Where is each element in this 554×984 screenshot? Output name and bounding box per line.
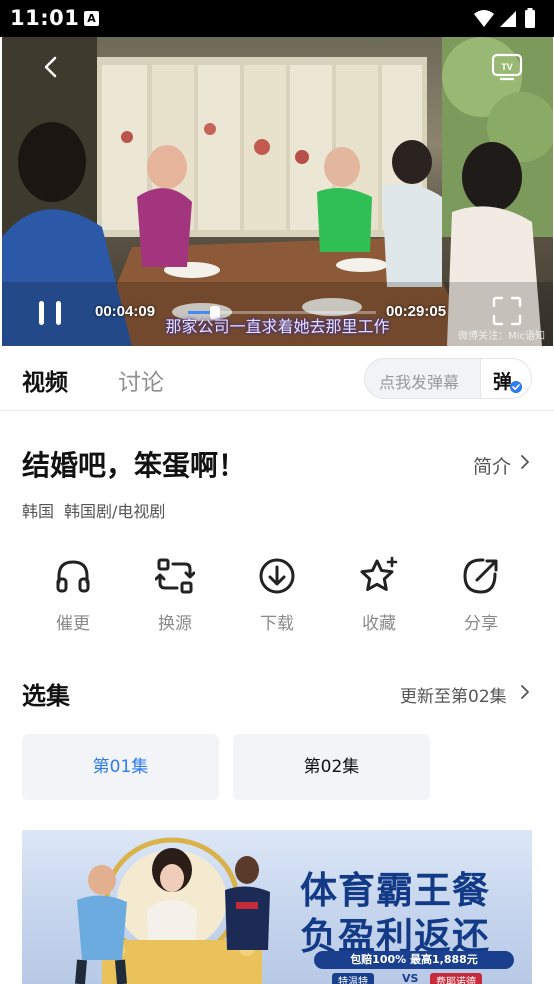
ad-promo: 包赔100% 最高1,888元 (314, 951, 514, 969)
ad-banner[interactable]: 体育霸王餐 负盈利返还 包赔100% 最高1,888元 特温特 VS 费耶诺德 (22, 830, 532, 984)
chevron-right-icon[interactable] (518, 683, 532, 701)
tv-cast-icon[interactable]: TV (491, 51, 523, 81)
status-icons (474, 8, 535, 28)
action-label: 收藏 (362, 614, 396, 634)
danmu-toggle-label: 弹 (493, 371, 513, 393)
battery-icon (525, 10, 535, 28)
video-frame (2, 37, 553, 346)
danmu-placeholder: 点我发弹幕 (379, 373, 460, 392)
show-meta: 韩国 韩国剧/电视剧 (22, 498, 175, 522)
ad-match: 特温特 VS 费耶诺德 (310, 972, 506, 984)
show-country: 韩国 (22, 502, 55, 521)
ad-vs: VS (402, 972, 419, 984)
action-label: 换源 (158, 614, 192, 634)
episode-button-2[interactable]: 第02集 (233, 734, 430, 800)
fullscreen-icon[interactable] (491, 295, 523, 327)
video-watermark: 微博关注：Mic语知 (458, 331, 545, 342)
urge-update-button[interactable]: 催更 (22, 556, 124, 634)
back-chevron-icon[interactable] (38, 53, 66, 81)
chevron-right-icon[interactable] (518, 453, 532, 471)
video-player[interactable]: TV 00:04:09 00:29:05 那家公司一直求着她去那里工作 微博关注… (2, 37, 553, 346)
action-label: 催更 (56, 614, 90, 634)
ad-team-1: 特温特 (332, 973, 374, 984)
download-icon (259, 558, 295, 594)
share-button[interactable]: 分享 (430, 556, 532, 634)
status-bar: 11:01 A (0, 0, 554, 37)
status-time: 11:01 (10, 6, 80, 30)
episodes-update-link[interactable]: 更新至第02集 (400, 682, 507, 707)
svg-text:TV: TV (501, 62, 513, 72)
danmu-toggle-button[interactable]: 弹 (480, 359, 531, 398)
wifi-icon (474, 10, 494, 27)
notification-icon: A (84, 11, 99, 26)
tabs-row: 视频 讨论 点我发弹幕 弹 (0, 346, 554, 411)
episode-button-1[interactable]: 第01集 (22, 734, 219, 800)
favorite-button[interactable]: 收藏 (328, 556, 430, 634)
share-icon (463, 558, 498, 594)
download-button[interactable]: 下载 (226, 556, 328, 634)
show-genre: 韩国剧/电视剧 (64, 502, 166, 521)
headphones-icon (56, 560, 90, 593)
check-badge-icon (510, 381, 522, 393)
show-title: 结婚吧，笨蛋啊！ (22, 449, 247, 482)
ad-team-2: 费耶诺德 (430, 973, 482, 984)
tab-discussion[interactable]: 讨论 (118, 363, 164, 397)
signal-icon (500, 11, 516, 27)
switch-source-icon (155, 558, 195, 594)
tab-video[interactable]: 视频 (22, 363, 68, 397)
episodes-title: 选集 (22, 682, 70, 710)
action-bar: 催更 换源 下载 收藏 分享 (22, 556, 532, 636)
star-icon (360, 556, 398, 591)
danmu-input[interactable]: 点我发弹幕 弹 (364, 358, 532, 399)
switch-source-button[interactable]: 换源 (124, 556, 226, 634)
action-label: 分享 (464, 614, 498, 634)
intro-link[interactable]: 简介 (473, 452, 511, 479)
action-label: 下载 (260, 614, 294, 634)
